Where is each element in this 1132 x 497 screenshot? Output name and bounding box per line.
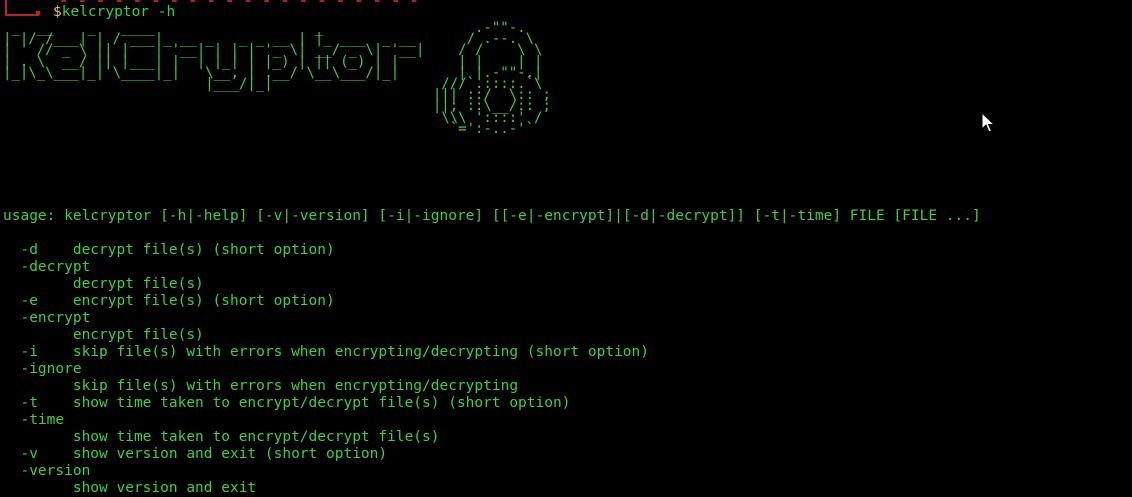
mouse-pointer-icon bbox=[981, 112, 995, 133]
ascii-banner-kelcryptor-lock: _ __ _ ____ _ .-""-. | |/ /___| | / ___|… bbox=[3, 20, 551, 137]
help-line: -d decrypt file(s) (short option) bbox=[3, 242, 335, 258]
command-prompt: $kelcryptor -h bbox=[53, 4, 175, 20]
prompt-dollar-sign: $ bbox=[53, 4, 62, 20]
terminal-window[interactable]: ▪ ▪ ▪ ▪ ▪ ▪ ▪ ▪ ▪ ▪ ▪ ▪ ▪ ▪ ▪ ▪ ▪ ▪ ▪ ▪ … bbox=[0, 0, 1132, 497]
help-line: -decrypt bbox=[3, 259, 91, 275]
help-line: show version and exit bbox=[3, 480, 257, 496]
help-line: decrypt file(s) bbox=[3, 276, 204, 292]
prompt-bullet bbox=[36, 11, 40, 15]
help-line: -i skip file(s) with errors when encrypt… bbox=[3, 344, 650, 360]
help-line: -v show version and exit (short option) bbox=[3, 446, 388, 462]
help-line: encrypt file(s) bbox=[3, 327, 204, 343]
help-line: skip file(s) with errors when encrypting… bbox=[3, 378, 519, 394]
previous-prompt-fragment: ▪ ▪ ▪ ▪ ▪ ▪ ▪ ▪ ▪ ▪ ▪ ▪ ▪ ▪ ▪ ▪ ▪ ▪ ▪ ▪ bbox=[60, 0, 680, 2]
help-line: show time taken to encrypt/decrypt file(… bbox=[3, 429, 440, 445]
help-line: -t show time taken to encrypt/decrypt fi… bbox=[3, 395, 571, 411]
help-line: -encrypt bbox=[3, 310, 91, 326]
command-text: kelcryptor -h bbox=[61, 4, 176, 20]
help-line: -version bbox=[3, 463, 91, 479]
help-line: -time bbox=[3, 412, 65, 428]
usage-line: usage: kelcryptor [-h|-help] [-v|-versio… bbox=[3, 208, 981, 224]
prompt-bracket bbox=[5, 0, 39, 16]
help-line: -ignore bbox=[3, 361, 82, 377]
help-line: -e encrypt file(s) (short option) bbox=[3, 293, 335, 309]
